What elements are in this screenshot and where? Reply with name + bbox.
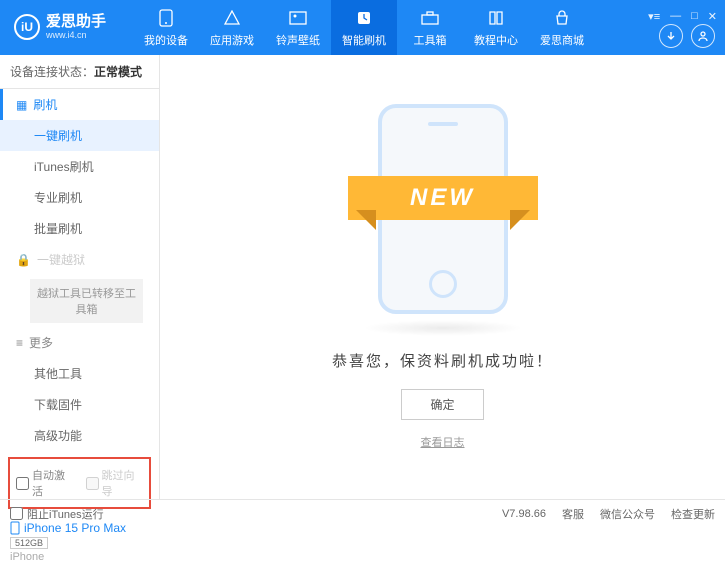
main-content: NEW 恭喜您，保资料刷机成功啦！ 确定 查看日志 (160, 55, 725, 499)
more-section-icon: ≡ (16, 336, 23, 350)
success-message: 恭喜您，保资料刷机成功啦！ (332, 350, 553, 371)
section-flash[interactable]: ▦ 刷机 (0, 89, 159, 120)
titlebar: iU 爱思助手 www.i4.cn 我的设备 应用游戏 铃声壁纸 智能刷机 工具… (0, 0, 725, 55)
footer-link-support[interactable]: 客服 (562, 506, 584, 522)
sidebar-item-batch-flash[interactable]: 批量刷机 (0, 213, 159, 244)
connection-status: 设备连接状态：正常模式 (0, 55, 159, 89)
maximize-icon[interactable]: □ (691, 10, 698, 23)
logo-icon: iU (14, 14, 40, 40)
footer-link-update[interactable]: 检查更新 (671, 506, 715, 522)
toolbox-icon (420, 8, 440, 28)
jailbreak-moved-note: 越狱工具已转移至工具箱 (30, 279, 143, 323)
sidebar-item-pro-flash[interactable]: 专业刷机 (0, 182, 159, 213)
user-button[interactable] (691, 24, 715, 48)
sidebar: 设备连接状态：正常模式 ▦ 刷机 一键刷机 iTunes刷机 专业刷机 批量刷机… (0, 55, 160, 499)
app-logo: iU 爱思助手 www.i4.cn (8, 14, 133, 40)
nav-store[interactable]: 爱思商城 (529, 0, 595, 55)
auto-activate-checkbox[interactable]: 自动激活 (16, 467, 74, 499)
footer-link-wechat[interactable]: 微信公众号 (600, 506, 655, 522)
sidebar-item-download-fw[interactable]: 下载固件 (0, 389, 159, 420)
nav-flash[interactable]: 智能刷机 (331, 0, 397, 55)
version-label: V7.98.66 (502, 508, 546, 520)
shadow-decoration (363, 320, 523, 336)
close-icon[interactable]: ✕ (708, 10, 717, 23)
store-icon (552, 8, 572, 28)
apps-icon (222, 8, 242, 28)
nav-toolbox[interactable]: 工具箱 (397, 0, 463, 55)
device-model: iPhone (10, 551, 149, 563)
phone-icon (156, 8, 176, 28)
app-name: 爱思助手 (46, 14, 106, 31)
footer: 阻止iTunes运行 V7.98.66 客服 微信公众号 检查更新 (0, 499, 725, 527)
skip-guide-checkbox[interactable]: 跳过向导 (86, 467, 144, 499)
sidebar-item-itunes-flash[interactable]: iTunes刷机 (0, 151, 159, 182)
menu-icon[interactable]: ▾≡ (648, 10, 660, 23)
nav-ringtones[interactable]: 铃声壁纸 (265, 0, 331, 55)
app-url: www.i4.cn (46, 31, 106, 41)
view-log-link[interactable]: 查看日志 (421, 434, 465, 450)
sidebar-item-other-tools[interactable]: 其他工具 (0, 358, 159, 389)
flash-section-icon: ▦ (16, 98, 27, 112)
image-icon (288, 8, 308, 28)
nav-tutorials[interactable]: 教程中心 (463, 0, 529, 55)
top-nav: 我的设备 应用游戏 铃声壁纸 智能刷机 工具箱 教程中心 爱思商城 (133, 0, 595, 55)
lock-icon: 🔒 (16, 253, 31, 267)
minimize-icon[interactable]: — (670, 10, 681, 23)
ok-button[interactable]: 确定 (401, 389, 483, 420)
flash-icon (354, 8, 374, 28)
sidebar-item-oneclick-flash[interactable]: 一键刷机 (0, 120, 159, 151)
book-icon (486, 8, 506, 28)
block-itunes-checkbox[interactable]: 阻止iTunes运行 (10, 506, 104, 522)
nav-my-device[interactable]: 我的设备 (133, 0, 199, 55)
section-more[interactable]: ≡ 更多 (0, 327, 159, 358)
nav-apps[interactable]: 应用游戏 (199, 0, 265, 55)
sidebar-item-advanced[interactable]: 高级功能 (0, 420, 159, 451)
new-banner: NEW (348, 176, 538, 220)
device-storage: 512GB (10, 537, 48, 549)
section-jailbreak: 🔒 一键越狱 (0, 244, 159, 275)
window-controls: ▾≡ — □ ✕ (648, 10, 717, 23)
download-button[interactable] (659, 24, 683, 48)
